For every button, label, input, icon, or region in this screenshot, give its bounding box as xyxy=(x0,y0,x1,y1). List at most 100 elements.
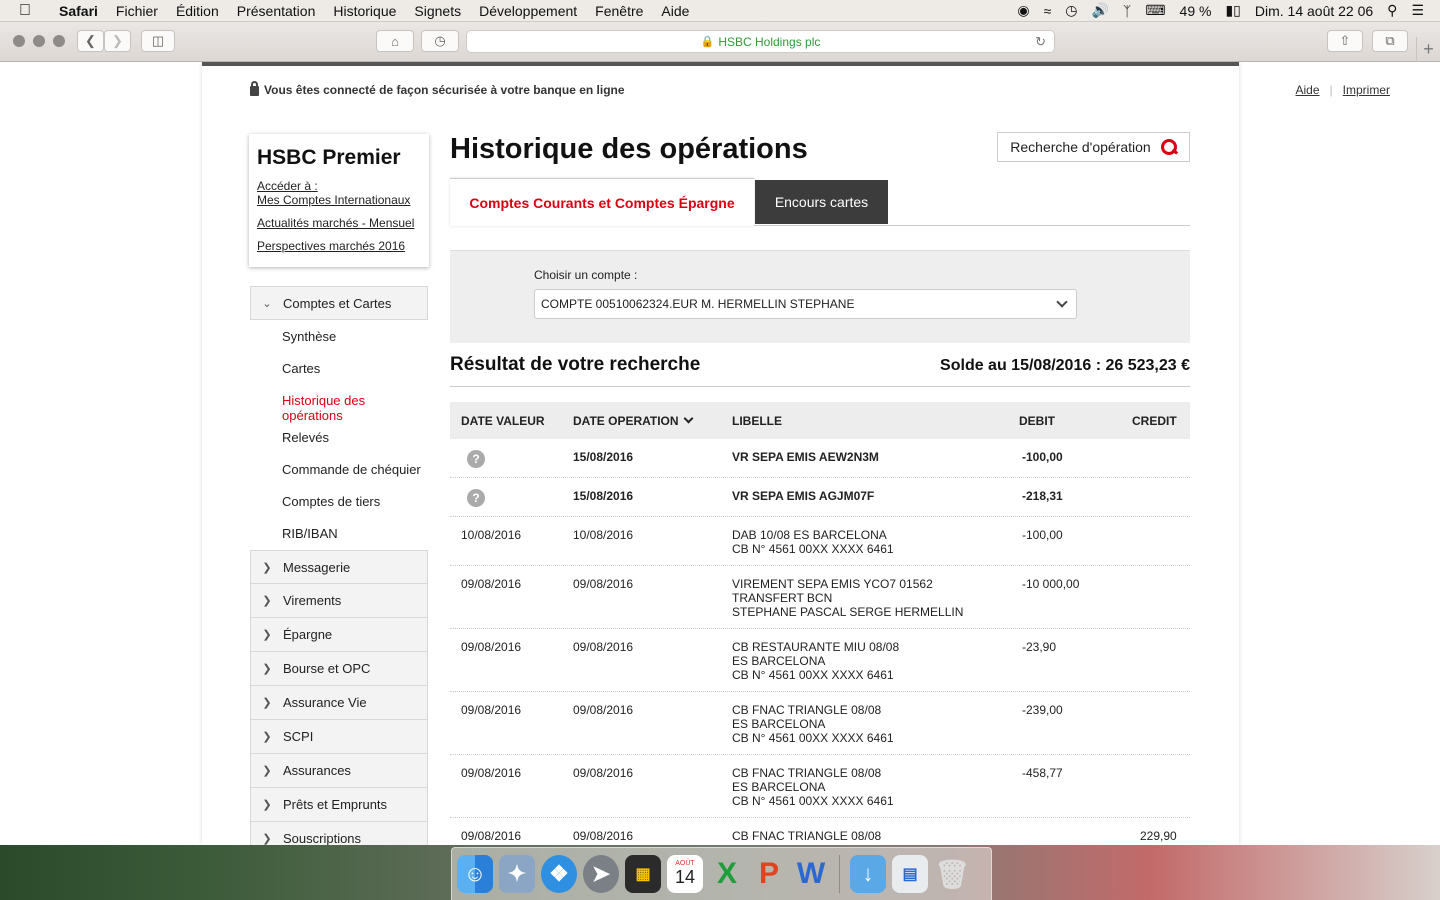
help-question-icon[interactable]: ? xyxy=(467,450,485,468)
share-icon: ⇧ xyxy=(1339,33,1351,48)
nav-section-assurance-vie[interactable]: ❯ Assurance Vie xyxy=(250,686,428,720)
col-date-operation[interactable]: DATE OPERATION xyxy=(573,413,694,428)
volume-icon[interactable]: 🔊 xyxy=(1091,2,1108,19)
sidebar-item-releves[interactable]: Relevés xyxy=(250,430,329,445)
nav-section-label: Messagerie xyxy=(283,559,351,575)
calendar-icon[interactable]: AOÛT 14 xyxy=(667,855,703,893)
chevron-right-icon: ❯ xyxy=(262,595,272,607)
table-row[interactable]: 10/08/2016 10/08/2016 DAB 10/08 ES BARCE… xyxy=(450,517,1190,566)
nav-section-souscriptions[interactable]: ❯ Souscriptions xyxy=(250,822,428,845)
sidebar-item-chequier[interactable]: Commande de chéquier xyxy=(250,462,421,477)
premier-link-actualites[interactable]: Actualités marchés - Mensuel xyxy=(257,216,421,230)
sidebar-item-synthese[interactable]: Synthèse xyxy=(250,329,336,344)
status-circle-icon[interactable]: ◉ xyxy=(1017,2,1029,19)
table-row[interactable]: 09/08/2016 09/08/2016 VIREMENT SEPA EMIS… xyxy=(450,566,1190,629)
nav-section-assurances[interactable]: ❯ Assurances xyxy=(250,754,428,788)
col-date-valeur[interactable]: DATE VALEUR xyxy=(461,414,545,428)
table-row[interactable]: 09/08/2016 09/08/2016 CB FNAC TRIANGLE 0… xyxy=(450,692,1190,755)
excel-icon[interactable]: X xyxy=(709,855,745,893)
zoom-window-button[interactable] xyxy=(53,35,65,47)
row-credit: 229,90 xyxy=(1140,829,1177,843)
menu-signets[interactable]: Signets xyxy=(405,3,470,19)
wifi-icon[interactable]: ≈ xyxy=(1044,3,1052,19)
back-button[interactable]: ❮ xyxy=(77,30,104,52)
home-button[interactable]: ⌂ xyxy=(376,30,414,52)
row-libelle: DAB 10/08 ES BARCELONA xyxy=(732,528,887,542)
menu-edition[interactable]: Édition xyxy=(167,3,228,19)
tab-comptes-courants[interactable]: Comptes Courants et Comptes Épargne xyxy=(450,178,754,226)
battery-percent[interactable]: 49 % xyxy=(1180,3,1212,19)
keyboard-icon[interactable]: ⌨ xyxy=(1145,2,1165,19)
address-bar[interactable]: 🔒 HSBC Holdings plc ↻ xyxy=(466,30,1055,53)
table-row[interactable]: ? 15/08/2016 VR SEPA EMIS AGJM07F -218,3… xyxy=(450,478,1190,517)
menu-historique[interactable]: Historique xyxy=(324,3,405,19)
table-row[interactable]: 09/08/2016 09/08/2016 CB FNAC TRIANGLE 0… xyxy=(450,755,1190,818)
help-link[interactable]: Aide xyxy=(1296,83,1320,97)
sidebar-item-cartes[interactable]: Cartes xyxy=(250,361,320,376)
print-link[interactable]: Imprimer xyxy=(1343,83,1390,97)
bluetooth-icon[interactable]: ᛉ xyxy=(1123,3,1131,19)
notification-center-icon[interactable]: ☰ xyxy=(1411,2,1424,19)
nav-section-prets[interactable]: ❯ Prêts et Emprunts xyxy=(250,788,428,822)
table-row[interactable]: 09/08/2016 09/08/2016 CB RESTAURANTE MIU… xyxy=(450,629,1190,692)
minimize-window-button[interactable] xyxy=(33,35,45,47)
nav-section-comptes-cartes[interactable]: ⌄ Comptes et Cartes xyxy=(250,286,428,320)
col-credit[interactable]: CREDIT xyxy=(1132,414,1177,428)
row-libelle: CB FNAC TRIANGLE 08/08 xyxy=(732,829,882,843)
documents-stack-icon[interactable]: ▤ xyxy=(892,855,928,893)
premier-link-perspectives[interactable]: Perspectives marchés 2016 xyxy=(257,239,421,253)
menu-fenetre[interactable]: Fenêtre xyxy=(586,3,652,19)
table-row[interactable]: ? 15/08/2016 VR SEPA EMIS AEW2N3M -100,0… xyxy=(450,439,1190,478)
chevron-right-icon: ❯ xyxy=(262,833,272,845)
launchpad-rocket-icon[interactable]: ➤ xyxy=(583,855,619,893)
apple-icon[interactable]:  xyxy=(0,2,50,20)
table-row[interactable]: 09/08/2016 09/08/2016 CB FNAC TRIANGLE 0… xyxy=(450,818,1190,845)
preview-eagle-icon[interactable]: ✦ xyxy=(499,855,535,893)
finder-icon[interactable]: ☺ xyxy=(457,855,493,893)
premier-link-international[interactable]: Mes Comptes Internationaux xyxy=(257,193,421,207)
trash-icon[interactable]: 🗑 xyxy=(934,855,970,893)
close-window-button[interactable] xyxy=(13,35,25,47)
menu-presentation[interactable]: Présentation xyxy=(228,3,325,19)
nav-section-epargne[interactable]: ❯ Épargne xyxy=(250,618,428,652)
chevron-right-icon: ❯ xyxy=(262,697,272,709)
nav-section-virements[interactable]: ❯ Virements xyxy=(250,584,428,618)
sidebar-toggle-button[interactable]: ◫ xyxy=(141,30,175,52)
clock[interactable]: Dim. 14 août 22 06 xyxy=(1255,3,1373,19)
account-select[interactable]: COMPTE 00510062324.EUR M. HERMELLIN STEP… xyxy=(534,289,1077,319)
dock-separator xyxy=(839,855,840,893)
safari-icon[interactable]: ❖ xyxy=(541,855,577,893)
tabs-overview-button[interactable]: ⧉ xyxy=(1372,30,1408,52)
col-libelle[interactable]: LIBELLE xyxy=(732,414,782,428)
word-icon[interactable]: W xyxy=(793,855,829,893)
battery-icon[interactable]: ▮▯ xyxy=(1225,2,1240,19)
nav-section-scpi[interactable]: ❯ SCPI xyxy=(250,720,428,754)
new-tab-button[interactable]: + xyxy=(1416,37,1440,62)
nav-section-bourse[interactable]: ❯ Bourse et OPC xyxy=(250,652,428,686)
menu-app-name[interactable]: Safari xyxy=(50,3,107,19)
menu-developpement[interactable]: Développement xyxy=(470,3,586,19)
app-grid-icon[interactable]: ▦ xyxy=(625,855,661,893)
menu-aide[interactable]: Aide xyxy=(652,3,698,19)
tab-encours-cartes[interactable]: Encours cartes xyxy=(755,180,888,224)
history-button[interactable]: ◷ xyxy=(421,30,459,52)
spotlight-search-icon[interactable]: ⚲ xyxy=(1387,2,1397,19)
premier-link-acceder[interactable]: Accéder à : xyxy=(257,179,421,193)
forward-button[interactable]: ❯ xyxy=(104,30,131,52)
sidebar-item-historique[interactable]: Historique des opérations xyxy=(250,393,380,423)
search-operation-button[interactable]: Recherche d'opération xyxy=(997,132,1190,162)
time-machine-icon[interactable]: ◷ xyxy=(1065,2,1077,19)
downloads-folder-icon[interactable]: ↓ xyxy=(850,855,886,893)
sidebar-icon: ◫ xyxy=(151,33,165,48)
help-question-icon[interactable]: ? xyxy=(467,489,485,507)
reload-icon[interactable]: ↻ xyxy=(1035,34,1046,50)
powerpoint-icon[interactable]: P xyxy=(751,855,787,893)
menu-fichier[interactable]: Fichier xyxy=(107,3,167,19)
col-debit[interactable]: DEBIT xyxy=(1019,414,1055,428)
sidebar-item-rib-iban[interactable]: RIB/IBAN xyxy=(250,526,338,541)
nav-subitems: Synthèse Cartes Historique des opération… xyxy=(250,320,428,550)
share-button[interactable]: ⇧ xyxy=(1327,30,1363,52)
row-libelle: CB N° 4561 00XX XXXX 6461 xyxy=(732,668,894,682)
sidebar-item-comptes-tiers[interactable]: Comptes de tiers xyxy=(250,494,380,509)
nav-section-messagerie[interactable]: ❯ Messagerie xyxy=(250,550,428,584)
